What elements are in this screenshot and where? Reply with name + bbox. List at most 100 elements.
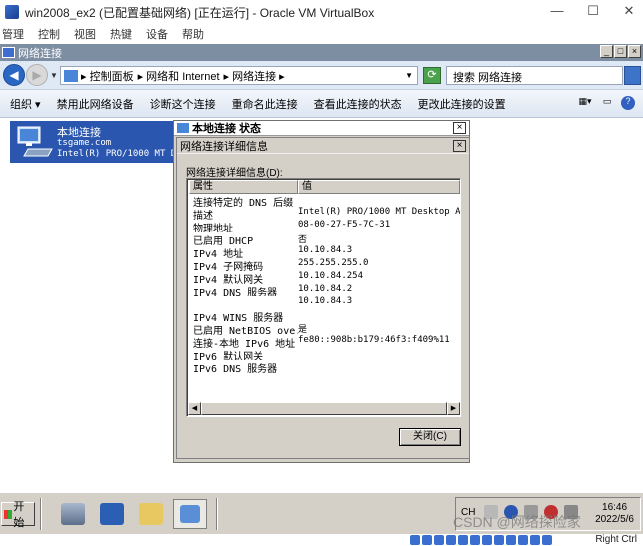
scroll-right-icon[interactable]: ▶ [447, 402, 460, 415]
local-connection-item[interactable]: 本地连接 tsgame.com Intel(R) PRO/1000 MT De [10, 121, 182, 163]
disable-device-button[interactable]: 禁用此网络设备 [57, 96, 134, 112]
details-listview[interactable]: 属性 值 连接特定的 DNS 后缀 描述 Intel(R) PRO/1000 MT … [186, 178, 461, 417]
preview-pane-icon[interactable]: ▭ [599, 96, 615, 110]
search-icon[interactable] [624, 66, 641, 85]
organize-button[interactable]: 组织 ▾ [10, 96, 41, 112]
explorer-minimize-icon[interactable]: _ [600, 45, 613, 58]
table-row[interactable]: 描述 Intel(R) PRO/1000 MT Desktop Adap [189, 207, 460, 220]
help-icon[interactable]: ? [621, 96, 635, 110]
history-dropdown-icon[interactable]: ▼ [50, 71, 58, 80]
breadcrumb-control-panel[interactable]: ▸ 控制面板 [81, 68, 134, 84]
menu-control[interactable]: 控制 [38, 26, 60, 42]
table-row[interactable]: IPv4 地址 10.10.84.3 [189, 245, 460, 258]
audio-status-icon[interactable] [434, 535, 444, 545]
details-title: 网络连接详细信息 [180, 140, 268, 153]
diagnose-button[interactable]: 诊断这个连接 [150, 96, 216, 112]
explorer-maximize-icon[interactable]: □ [614, 45, 627, 58]
menu-view[interactable]: 视图 [74, 26, 96, 42]
display-status-icon[interactable] [482, 535, 492, 545]
details-list-label: 网络连接详细信息(D): [186, 168, 283, 179]
arrow-status-icon[interactable] [542, 535, 552, 545]
server-manager-icon[interactable] [56, 499, 90, 529]
address-box[interactable]: ▸ 控制面板 ▸ 网络和 Internet ▸ 网络连接 ▸ ▼ [60, 66, 418, 85]
network-adapter-icon [17, 126, 53, 157]
table-row[interactable]: IPv4 默认网关 10.10.84.254 [189, 271, 460, 284]
menu-help[interactable]: 帮助 [182, 26, 204, 42]
keyboard-status-icon[interactable] [530, 535, 540, 545]
table-row[interactable]: 10.10.84.3 [189, 296, 460, 309]
close-icon[interactable]: ✕ [620, 3, 638, 19]
vbox-statusbar: Right Ctrl [0, 534, 643, 546]
status-close-icon[interactable]: × [453, 122, 466, 134]
cpu-status-icon[interactable] [506, 535, 516, 545]
value-cell: 255.255.255.0 [298, 257, 369, 268]
horizontal-scrollbar[interactable]: ◀ ▶ [188, 402, 460, 415]
menu-devices[interactable]: 设备 [146, 26, 168, 42]
menu-hotkey[interactable]: 热键 [110, 26, 132, 42]
value-cell: 08-00-27-F5-7C-31 [298, 219, 391, 230]
address-dropdown-icon[interactable]: ▼ [405, 71, 413, 80]
back-arrow-icon[interactable]: ◀ [3, 64, 25, 86]
value-cell: 10.10.84.254 [298, 270, 364, 281]
taskbar-separator [216, 498, 218, 530]
table-row[interactable]: 已启用 NetBIOS ove...是 [189, 322, 460, 335]
property-cell: IPv4 默认网关 [193, 274, 264, 284]
network-status-icon[interactable] [446, 535, 456, 545]
change-settings-button[interactable]: 更改此连接的设置 [418, 96, 506, 112]
column-header-property[interactable]: 属性 [189, 180, 298, 194]
scroll-thumb[interactable] [201, 402, 447, 415]
table-row[interactable]: IPv4 WINS 服务器 [189, 309, 460, 322]
shared-folder-status-icon[interactable] [470, 535, 480, 545]
breadcrumb-network-connections[interactable]: ▸ 网络连接 ▸ [224, 68, 285, 84]
network-folder-icon [2, 47, 15, 58]
views-icon[interactable]: ▦▾ [577, 96, 593, 110]
table-row[interactable]: IPv4 DNS 服务器 10.10.84.2 [189, 284, 460, 297]
menu-manage[interactable]: 管理 [2, 26, 24, 42]
powershell-icon[interactable] [95, 499, 129, 529]
refresh-icon[interactable]: ⟳ [423, 67, 441, 84]
property-cell: IPv4 DNS 服务器 [193, 287, 278, 297]
table-row[interactable]: IPv6 默认网关 [189, 348, 460, 361]
list-rows: 连接特定的 DNS 后缀 描述 Intel(R) PRO/1000 MT Deskt… [189, 194, 460, 373]
optical-status-icon[interactable] [422, 535, 432, 545]
recording-status-icon[interactable] [494, 535, 504, 545]
breadcrumb-network-internet[interactable]: ▸ 网络和 Internet [138, 68, 220, 84]
network-connections-task-icon[interactable] [173, 499, 207, 529]
folder-icon[interactable] [134, 499, 168, 529]
table-row[interactable]: 连接-本地 IPv6 地址 fe80::908b:b179:46f3:f409%1… [189, 335, 460, 348]
close-button[interactable]: 关闭(C) [399, 428, 461, 446]
forward-arrow-icon[interactable]: ▶ [26, 64, 48, 86]
property-cell: 已启用 DHCP [193, 236, 254, 246]
network-icon [177, 123, 189, 133]
explorer-close-icon[interactable]: × [628, 45, 641, 58]
view-status-button[interactable]: 查看此连接的状态 [314, 96, 402, 112]
property-cell: IPv6 DNS 服务器 [193, 364, 278, 374]
breadcrumb-label: 控制面板 [89, 70, 134, 83]
host-key-label: Right Ctrl [595, 534, 637, 545]
command-toolbar: 组织 ▾ 禁用此网络设备 诊断这个连接 重命名此连接 查看此连接的状态 更改此连… [0, 90, 643, 118]
maximize-icon[interactable]: ☐ [584, 3, 602, 19]
search-input[interactable]: 搜索 网络连接 [446, 66, 623, 85]
table-row[interactable]: 物理地址 08-00-27-F5-7C-31 [189, 220, 460, 233]
table-row[interactable]: 已启用 DHCP 否 [189, 232, 460, 245]
scroll-left-icon[interactable]: ◀ [188, 402, 201, 415]
table-row[interactable]: IPv6 DNS 服务器 [189, 360, 460, 373]
table-row[interactable]: 连接特定的 DNS 后缀 [189, 194, 460, 207]
hdd-status-icon[interactable] [410, 535, 420, 545]
details-close-icon[interactable]: × [453, 140, 466, 152]
minimize-icon[interactable]: — [548, 3, 566, 19]
column-header-value[interactable]: 值 [298, 180, 460, 194]
clock[interactable]: 16:46 2022/5/6 [595, 502, 634, 526]
property-cell: IPv4 WINS 服务器 [193, 313, 284, 322]
explorer-title: 网络连接 [18, 47, 62, 60]
mouse-status-icon[interactable] [518, 535, 528, 545]
value-cell [298, 348, 460, 361]
taskbar-separator [40, 498, 42, 530]
start-button[interactable]: 开始 [1, 501, 35, 529]
explorer-titlebar: 网络连接 _ □ × [0, 44, 643, 61]
rename-button[interactable]: 重命名此连接 [232, 96, 298, 112]
table-row[interactable]: IPv4 子网掩码 255.255.255.0 [189, 258, 460, 271]
value-cell [298, 194, 460, 207]
property-cell: IPv4 子网掩码 [193, 261, 264, 271]
usb-status-icon[interactable] [458, 535, 468, 545]
